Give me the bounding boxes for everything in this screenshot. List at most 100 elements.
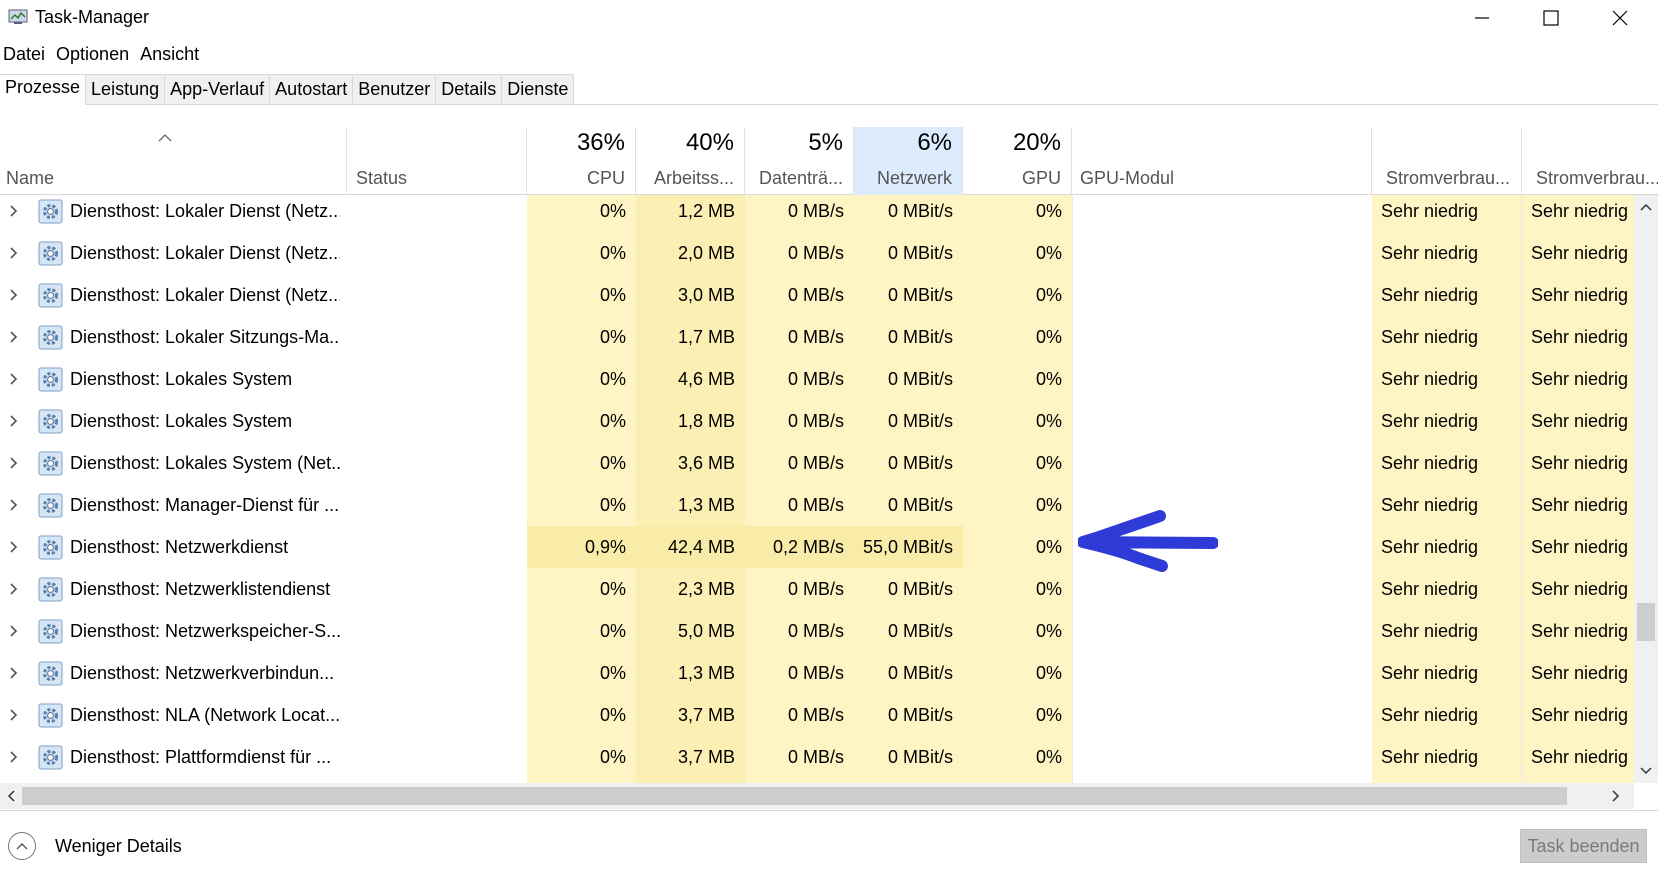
vertical-scroll-thumb[interactable] [1637, 603, 1655, 641]
process-name: Diensthost: Lokaler Dienst (Netz... [70, 201, 340, 221]
horizontal-scrollbar[interactable] [0, 783, 1634, 809]
expand-chevron-icon[interactable] [6, 736, 22, 778]
table-row[interactable]: Diensthost: Netzwerkspeicher-S... 0% 5,0 M… [0, 610, 1634, 652]
cell-gpu: 0% [1035, 369, 1062, 389]
cell-gpu: 0% [1035, 201, 1062, 221]
vertical-scrollbar[interactable] [1634, 195, 1658, 783]
table-row[interactable]: Diensthost: Lokales System (Net... 0% 3,6 … [0, 442, 1634, 484]
expand-chevron-icon[interactable] [6, 195, 22, 232]
cell-net: 0 MBit/s [887, 621, 953, 641]
col-header-power-trend[interactable]: Stromverbrau... [1522, 127, 1658, 195]
chevron-up-icon [1640, 203, 1652, 211]
tab-details[interactable]: Details [436, 74, 503, 105]
scroll-left-button[interactable] [0, 783, 22, 809]
cell-cpu: 0% [599, 579, 626, 599]
cell-net: 0 MBit/s [887, 201, 953, 221]
expand-chevron-icon[interactable] [6, 652, 22, 694]
cell-power-trend: Sehr niedrig [1531, 327, 1629, 347]
table-row[interactable]: Diensthost: Plattformdienst für ... 0% 3,7… [0, 736, 1634, 778]
column-header: Name Status 36% CPU 40% Arbeitss... 5% D… [0, 127, 1658, 195]
expand-chevron-icon[interactable] [6, 568, 22, 610]
table-row[interactable]: Diensthost: Netzwerklistendienst 0% 2,3 MB… [0, 568, 1634, 610]
scroll-up-button[interactable] [1634, 195, 1658, 219]
expand-chevron-icon[interactable] [6, 484, 22, 526]
col-header-disk[interactable]: 5% Datenträ... [745, 127, 854, 195]
cell-mem: 1,7 MB [677, 327, 735, 347]
tab-dienste[interactable]: Dienste [502, 74, 575, 105]
minimize-button[interactable] [1448, 0, 1516, 36]
tab-autostart[interactable]: Autostart [270, 74, 354, 105]
process-name: Diensthost: Netzwerkdienst [70, 537, 289, 557]
cell-cpu: 0,9% [527, 526, 636, 568]
cell-power-trend: Sehr niedrig [1531, 621, 1629, 641]
col-header-status[interactable]: Status [347, 127, 527, 195]
cell-cpu: 0% [599, 663, 626, 683]
menu-datei[interactable]: Datei [0, 40, 48, 68]
cell-mem: 3,7 MB [677, 705, 735, 725]
table-row[interactable]: Diensthost: Netzwerkdienst 0,9% 42,4 MB 0,2… [0, 526, 1634, 568]
cell-power-trend: Sehr niedrig [1531, 201, 1629, 221]
expand-chevron-icon[interactable] [6, 694, 22, 736]
menu-ansicht[interactable]: Ansicht [137, 40, 202, 68]
cell-mem: 1,3 MB [677, 495, 735, 515]
cell-net: 0 MBit/s [887, 705, 953, 725]
expand-chevron-icon[interactable] [6, 400, 22, 442]
table-row[interactable]: Diensthost: Lokaler Dienst (Netz... 0% 2,0… [0, 232, 1634, 274]
col-header-power[interactable]: Stromverbrau... [1372, 127, 1522, 195]
cell-mem: 3,6 MB [677, 453, 735, 473]
cell-cpu: 0% [599, 495, 626, 515]
table-row[interactable]: Diensthost: NLA (Network Locat... 0% 3,7 M… [0, 694, 1634, 736]
col-header-name[interactable]: Name [0, 127, 347, 195]
cell-gpu: 0% [1035, 621, 1062, 641]
process-name: Diensthost: Netzwerklistendienst [70, 579, 331, 599]
tab-app-verlauf[interactable]: App-Verlauf [165, 74, 271, 105]
table-row[interactable]: Diensthost: Lokales System 0% 1,8 MB 0 MB/s… [0, 400, 1634, 442]
maximize-button[interactable] [1517, 0, 1585, 36]
cell-disk: 0 MB/s [787, 243, 844, 263]
cell-power-trend: Sehr niedrig [1531, 747, 1629, 767]
tab-benutzer[interactable]: Benutzer [353, 74, 437, 105]
cell-power: Sehr niedrig [1381, 201, 1479, 221]
cell-net: 0 MBit/s [887, 243, 953, 263]
table-row[interactable]: Diensthost: Lokaler Sitzungs-Ma... 0% 1,7 … [0, 316, 1634, 358]
close-button[interactable] [1586, 0, 1654, 36]
expand-chevron-icon[interactable] [6, 610, 22, 652]
cell-net: 0 MBit/s [887, 453, 953, 473]
tab-prozesse[interactable]: Prozesse [0, 74, 87, 105]
col-header-cpu[interactable]: 36% CPU [527, 127, 636, 195]
table-row[interactable]: Diensthost: Lokales System 0% 4,6 MB 0 MB/s… [0, 358, 1634, 400]
expand-chevron-icon[interactable] [6, 442, 22, 484]
cell-net: 0 MBit/s [887, 747, 953, 767]
cell-cpu: 0% [599, 369, 626, 389]
table-row[interactable]: Diensthost: Lokaler Dienst (Netz... 0% 1,2… [0, 195, 1634, 232]
table-row[interactable]: Diensthost: Lokaler Dienst (Netz... 0% 3,0… [0, 274, 1634, 316]
expand-chevron-icon[interactable] [6, 358, 22, 400]
cell-power: Sehr niedrig [1381, 705, 1479, 725]
col-header-gpu[interactable]: 20% GPU [963, 127, 1072, 195]
chevron-down-icon [1640, 767, 1652, 775]
cell-power-trend: Sehr niedrig [1531, 705, 1629, 725]
fewer-details-button[interactable]: Weniger Details [8, 832, 182, 860]
col-header-network[interactable]: 6% Netzwerk [854, 127, 963, 195]
cell-gpu: 0% [1035, 537, 1062, 557]
process-name: Diensthost: Plattformdienst für ... [70, 747, 332, 767]
col-header-memory[interactable]: 40% Arbeitss... [636, 127, 745, 195]
table-row[interactable]: Diensthost: Manager-Dienst für ... 0% 1,3 … [0, 484, 1634, 526]
scroll-right-button[interactable] [1605, 783, 1627, 809]
table-row[interactable]: Diensthost: Netzwerkverbindun... 0% 1,3 MB… [0, 652, 1634, 694]
expand-chevron-icon[interactable] [6, 316, 22, 358]
cell-gpu: 0% [1035, 579, 1062, 599]
horizontal-scroll-thumb[interactable] [22, 787, 1567, 805]
expand-chevron-icon[interactable] [6, 526, 22, 568]
process-name: Diensthost: Lokaler Dienst (Netz... [70, 285, 340, 305]
end-task-button[interactable]: Task beenden [1520, 829, 1647, 863]
col-header-gpu-engine[interactable]: GPU-Modul [1072, 127, 1372, 195]
menu-optionen[interactable]: Optionen [53, 40, 132, 68]
cell-gpu: 0% [1035, 663, 1062, 683]
process-name: Diensthost: Lokales System [70, 411, 293, 431]
cell-mem: 2,0 MB [677, 243, 735, 263]
expand-chevron-icon[interactable] [6, 232, 22, 274]
expand-chevron-icon[interactable] [6, 274, 22, 316]
scroll-down-button[interactable] [1634, 759, 1658, 783]
tab-leistung[interactable]: Leistung [86, 74, 166, 105]
